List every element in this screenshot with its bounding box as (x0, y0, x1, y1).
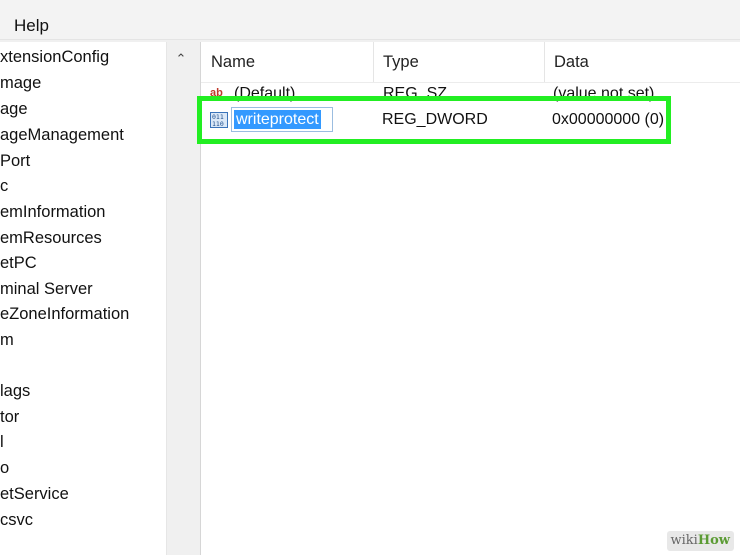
scroll-up-arrow-icon[interactable]: ⌃ (173, 52, 189, 66)
tree-item[interactable]: age (0, 97, 28, 121)
menu-help[interactable]: Help (14, 16, 49, 36)
tree-item[interactable]: minal Server (0, 277, 93, 301)
highlight-frame (197, 96, 671, 144)
tree-item[interactable]: ageManagement (0, 123, 124, 147)
tree-item[interactable]: c (0, 174, 8, 198)
tree-item[interactable]: mage (0, 71, 41, 95)
column-header-data[interactable]: Data (544, 42, 740, 82)
tree-item[interactable]: o (0, 456, 9, 480)
tree-item[interactable]: eZoneInformation (0, 302, 129, 326)
column-header-type[interactable]: Type (373, 42, 544, 82)
tree-item[interactable]: l (0, 430, 4, 454)
tree-item[interactable]: xtensionConfig (0, 45, 109, 69)
tree-item[interactable]: etService (0, 482, 69, 506)
tree-item[interactable]: tor (0, 405, 19, 429)
tree-item[interactable]: emInformation (0, 200, 105, 224)
tree-item[interactable]: Port (0, 149, 30, 173)
tree-item[interactable]: csvc (0, 508, 33, 532)
watermark-logo: wikiHow (666, 531, 734, 551)
tree-item[interactable]: m (0, 328, 14, 352)
menu-bar: Help (0, 0, 740, 40)
registry-tree-pane[interactable]: xtensionConfig mage age ageManagement Po… (0, 42, 194, 555)
tree-item[interactable]: lags (0, 379, 30, 403)
tree-item[interactable]: etPC (0, 251, 37, 275)
menubar-divider (0, 39, 740, 40)
tree-scrollbar[interactable]: ⌃ (166, 42, 195, 555)
tree-item[interactable]: emResources (0, 226, 102, 250)
column-header-name[interactable]: Name (201, 42, 373, 82)
